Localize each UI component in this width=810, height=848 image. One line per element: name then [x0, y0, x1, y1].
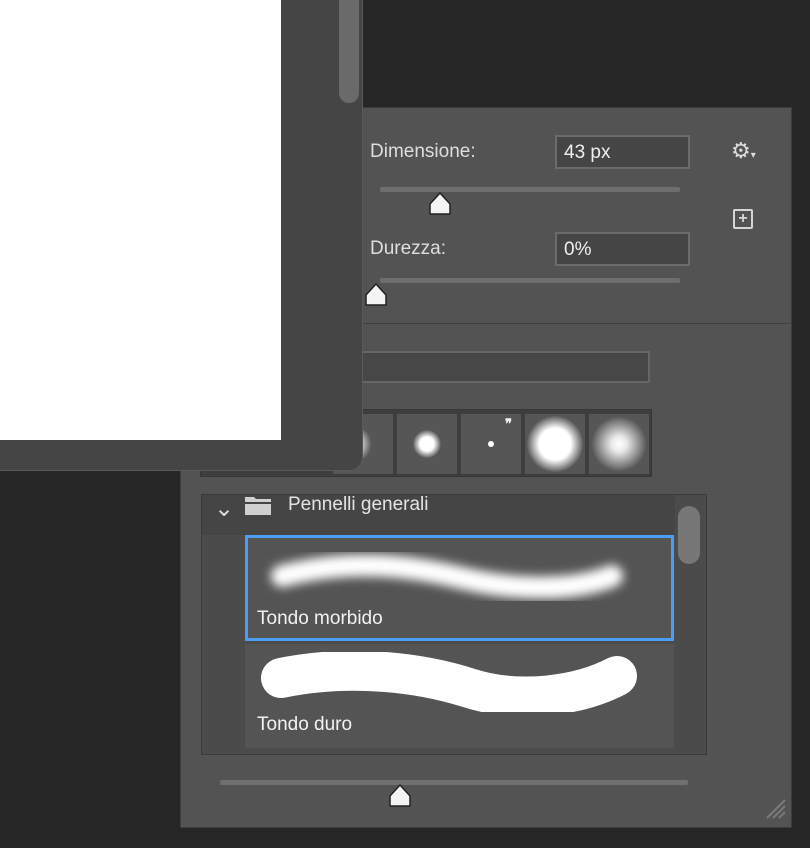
document-window — [0, 0, 363, 471]
recent-brush-tile[interactable] — [525, 414, 585, 474]
soft-round-stroke-preview — [271, 554, 623, 599]
hardness-slider-track[interactable] — [380, 278, 680, 283]
pressure-icon: ❞ — [505, 416, 512, 431]
recent-brush-tile[interactable] — [397, 414, 457, 474]
brush-item-soft-round[interactable]: Tondo morbido — [245, 535, 674, 641]
brush-item-label: Tondo duro — [257, 714, 353, 735]
resize-grip-icon[interactable] — [763, 796, 787, 820]
hard-round-stroke-preview — [261, 652, 637, 712]
size-slider-track[interactable] — [380, 187, 680, 192]
preview-size-slider-track[interactable] — [220, 780, 688, 785]
window-scrollbar[interactable] — [339, 0, 359, 103]
hardness-input[interactable]: 0% — [555, 232, 690, 266]
gear-icon[interactable]: ⚙▾ — [731, 140, 756, 167]
size-label: Dimensione: — [370, 141, 476, 162]
chevron-down-icon[interactable]: ⌄ — [214, 494, 234, 523]
brush-group-row[interactable] — [202, 495, 675, 535]
brush-group-label: Pennelli generali — [288, 494, 429, 515]
brush-item-hard-round[interactable]: Tondo duro — [245, 644, 674, 748]
plus-square-icon[interactable]: + — [733, 209, 753, 229]
size-input[interactable]: 43 px — [555, 135, 690, 169]
recent-brush-tile[interactable] — [589, 414, 649, 474]
brush-list-scrollbar[interactable] — [678, 506, 700, 564]
recent-brush-tile[interactable]: ❞ — [461, 414, 521, 474]
document-canvas[interactable] — [0, 0, 281, 440]
hardness-label: Durezza: — [370, 238, 447, 259]
folder-icon — [245, 497, 271, 515]
brush-item-label: Tondo morbido — [257, 608, 383, 629]
